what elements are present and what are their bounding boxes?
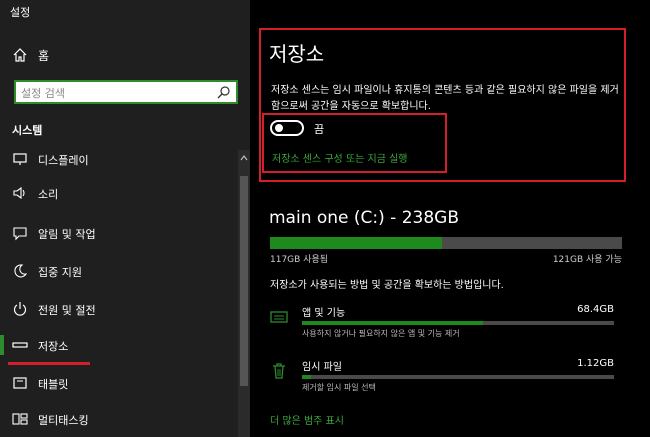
search-icon[interactable]: [217, 85, 231, 99]
sidebar-item-tablet[interactable]: 태블릿: [0, 368, 238, 398]
chevron-up-icon[interactable]: [240, 154, 248, 162]
sidebar-item-label: 태블릿: [38, 378, 69, 391]
moon-icon: [14, 264, 28, 278]
usage-description: 저장소가 사용되는 방법 및 공간을 확보하는 방법입니다.: [270, 280, 504, 291]
category-bar-fill: [302, 375, 312, 379]
notification-icon: [13, 227, 27, 241]
category-name: 앱 및 기능: [302, 308, 346, 319]
category-subtitle: 제거할 임시 파일 선택: [302, 383, 376, 392]
apps-icon: [270, 311, 288, 323]
sidebar-item-sound[interactable]: 소리: [0, 178, 238, 208]
sidebar-item-label: 멀티태스킹: [38, 414, 89, 427]
sidebar-item-notifications[interactable]: 알림 및 작업: [0, 218, 238, 248]
annotation-box-toggle: [262, 113, 447, 173]
multitask-icon: [12, 413, 28, 425]
category-size: 1.12GB: [577, 358, 614, 369]
sidebar-item-label: 홈: [38, 49, 50, 63]
drive-free-label: 121GB 사용 가능: [552, 255, 622, 265]
category-name: 임시 파일: [302, 362, 342, 373]
sidebar: 설정 홈 시스템 디스플레이 소리: [0, 0, 250, 437]
sidebar-item-storage[interactable]: 저장소: [0, 330, 238, 360]
selected-indicator: [0, 335, 4, 355]
tablet-icon: [13, 377, 27, 389]
speaker-icon: [13, 186, 25, 200]
power-icon: [13, 302, 27, 316]
sidebar-item-label: 전원 및 절전: [38, 304, 96, 317]
sidebar-item-label: 소리: [38, 188, 59, 201]
sidebar-item-home[interactable]: 홈: [0, 42, 250, 68]
sidebar-item-display[interactable]: 디스플레이: [0, 144, 238, 174]
show-more-categories-link[interactable]: 더 많은 범주 표시: [270, 412, 344, 427]
section-title: 시스템: [12, 124, 43, 137]
sidebar-item-label: 알림 및 작업: [38, 228, 96, 241]
annotation-underline: [8, 362, 90, 365]
drive-usage-bar: [270, 237, 622, 249]
drive-usage-fill: [270, 237, 443, 249]
drive-used-label: 117GB 사용됨: [270, 255, 329, 265]
sidebar-item-power[interactable]: 전원 및 절전: [0, 294, 238, 324]
drive-title: main one (C:) - 238GB: [269, 208, 460, 228]
home-icon: [13, 48, 27, 62]
category-apps[interactable]: 앱 및 기능 68.4GB 사용하지 않거나 필요하지 않은 앱 및 기능 제거: [270, 304, 622, 354]
scrollbar-thumb[interactable]: [240, 176, 248, 386]
sidebar-item-multitasking[interactable]: 멀티태스킹: [0, 404, 238, 434]
storage-icon: [12, 342, 28, 348]
sidebar-item-label: 집중 지원: [38, 266, 82, 279]
category-bar-fill: [302, 321, 483, 325]
search-input[interactable]: [16, 83, 206, 104]
category-bar: [302, 321, 614, 325]
sidebar-item-label: 디스플레이: [38, 154, 89, 167]
sidebar-scrollbar[interactable]: [238, 150, 250, 437]
search-box[interactable]: [14, 80, 238, 104]
sidebar-item-label: 저장소: [38, 340, 69, 353]
category-subtitle: 사용하지 않거나 필요하지 않은 앱 및 기능 제거: [302, 329, 460, 338]
app-title: 설정: [10, 6, 31, 19]
trash-icon: [273, 363, 285, 379]
sidebar-item-focus[interactable]: 집중 지원: [0, 256, 238, 286]
display-icon: [13, 153, 27, 165]
category-size: 68.4GB: [577, 304, 614, 315]
category-temp-files[interactable]: 임시 파일 1.12GB 제거할 임시 파일 선택: [270, 358, 622, 408]
category-bar: [302, 375, 614, 379]
